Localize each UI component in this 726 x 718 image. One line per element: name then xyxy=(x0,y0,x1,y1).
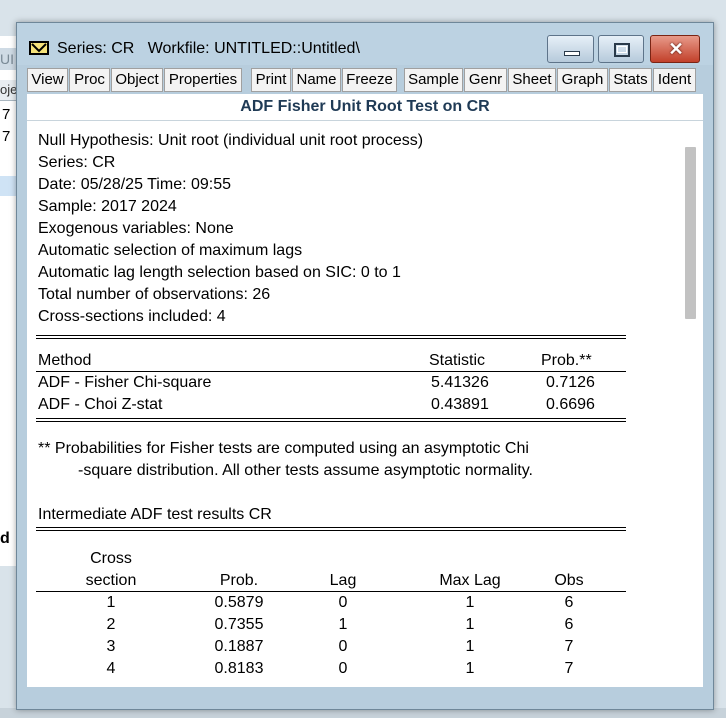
series-line: Series: CR xyxy=(38,154,116,171)
sample-line: Sample: 2017 2024 xyxy=(38,198,177,215)
properties-button[interactable]: Properties xyxy=(164,68,242,92)
prob-cell: 0.5879 xyxy=(214,594,264,611)
close-icon: ✕ xyxy=(668,39,684,59)
cross-header-top: Cross xyxy=(90,550,132,567)
max-lag-column-header: Max Lag xyxy=(439,572,501,589)
method-statistic: 5.41326 xyxy=(431,374,489,391)
max-lag-cell: 1 xyxy=(465,638,475,655)
footnote-line-2: -square distribution. All other tests as… xyxy=(78,462,533,479)
max-lags-line: Automatic selection of maximum lags xyxy=(38,242,303,259)
lag-column-header: Lag xyxy=(329,572,357,589)
prob-cell: 0.7355 xyxy=(214,616,264,633)
genr-button[interactable]: Genr xyxy=(464,68,507,92)
series-window: Series: CR Workfile: UNTITLED::Untitled\… xyxy=(16,22,714,710)
intermediate-title: Intermediate ADF test results CR xyxy=(38,506,272,523)
method-prob: 0.7126 xyxy=(546,374,595,391)
exogenous-line: Exogenous variables: None xyxy=(38,220,234,237)
cross-sections-line: Cross-sections included: 4 xyxy=(38,308,226,325)
vertical-scrollbar[interactable] xyxy=(681,121,703,687)
name-button[interactable]: Name xyxy=(292,68,341,92)
graph-button[interactable]: Graph xyxy=(557,68,608,92)
freeze-button[interactable]: Freeze xyxy=(342,68,397,92)
sample-button[interactable]: Sample xyxy=(404,68,463,92)
section-cell: 3 xyxy=(106,638,116,655)
section-cell: 1 xyxy=(106,594,116,611)
table-rule xyxy=(36,591,626,592)
table-rule xyxy=(36,527,626,531)
cross-header-bottom: section xyxy=(85,572,137,589)
background-label: d xyxy=(0,530,10,547)
obs-cell: 7 xyxy=(564,638,574,655)
background-row: 7 xyxy=(2,128,11,145)
date-line: Date: 05/28/25 Time: 09:55 xyxy=(38,176,232,193)
lag-cell: 0 xyxy=(338,594,348,611)
obs-column-header: Obs xyxy=(554,572,584,589)
table-rule xyxy=(36,418,626,422)
object-button[interactable]: Object xyxy=(111,68,163,92)
prob-header: Prob.** xyxy=(541,352,592,369)
lag-cell: 0 xyxy=(338,638,348,655)
title-bar[interactable]: Series: CR Workfile: UNTITLED::Untitled\… xyxy=(17,23,713,65)
lag-cell: 0 xyxy=(338,660,348,677)
stats-button[interactable]: Stats xyxy=(609,68,652,92)
method-name: ADF - Fisher Chi-square xyxy=(38,374,212,391)
print-button[interactable]: Print xyxy=(251,68,291,92)
prob-column-header: Prob. xyxy=(219,572,259,589)
obs-cell: 7 xyxy=(564,660,574,677)
background-row: 7 xyxy=(2,106,11,123)
proc-button[interactable]: Proc xyxy=(69,68,110,92)
obs-cell: 6 xyxy=(564,594,574,611)
ident-button[interactable]: Ident xyxy=(653,68,696,92)
observations-line: Total number of observations: 26 xyxy=(38,286,271,303)
view-button[interactable]: View xyxy=(27,68,68,92)
scrollbar-thumb[interactable] xyxy=(685,147,696,319)
sheet-button[interactable]: Sheet xyxy=(508,68,556,92)
window-title: Series: CR Workfile: UNTITLED::Untitled\ xyxy=(57,40,360,57)
max-lag-cell: 1 xyxy=(465,660,475,677)
method-statistic: 0.43891 xyxy=(431,396,489,413)
toolbar: View Proc Object Properties Print Name F… xyxy=(27,68,709,92)
prob-cell: 0.8183 xyxy=(214,660,264,677)
view-heading-bar: ADF Fisher Unit Root Test on CR xyxy=(27,94,703,121)
table-rule xyxy=(36,371,626,372)
close-button[interactable]: ✕ xyxy=(650,35,700,63)
maximize-button[interactable] xyxy=(598,35,644,63)
obs-cell: 6 xyxy=(564,616,574,633)
minimize-icon xyxy=(564,51,580,56)
section-cell: 4 xyxy=(106,660,116,677)
max-lag-cell: 1 xyxy=(465,594,475,611)
lag-selection-line: Automatic lag length selection based on … xyxy=(38,264,401,281)
lag-cell: 1 xyxy=(338,616,348,633)
null-hypothesis-line: Null Hypothesis: Unit root (individual u… xyxy=(38,132,424,149)
statistic-header: Statistic xyxy=(429,352,486,369)
section-cell: 2 xyxy=(106,616,116,633)
table-rule xyxy=(36,335,626,339)
footnote-line-1: ** Probabilities for Fisher tests are co… xyxy=(38,440,529,457)
series-icon xyxy=(29,41,49,55)
minimize-button[interactable] xyxy=(547,35,594,63)
method-prob: 0.6696 xyxy=(546,396,595,413)
method-header: Method xyxy=(38,352,92,369)
method-name: ADF - Choi Z-stat xyxy=(38,396,163,413)
view-heading: ADF Fisher Unit Root Test on CR xyxy=(240,98,490,115)
output-table: Null Hypothesis: Unit root (individual u… xyxy=(27,121,681,687)
prob-cell: 0.1887 xyxy=(214,638,264,655)
max-lag-cell: 1 xyxy=(465,616,475,633)
